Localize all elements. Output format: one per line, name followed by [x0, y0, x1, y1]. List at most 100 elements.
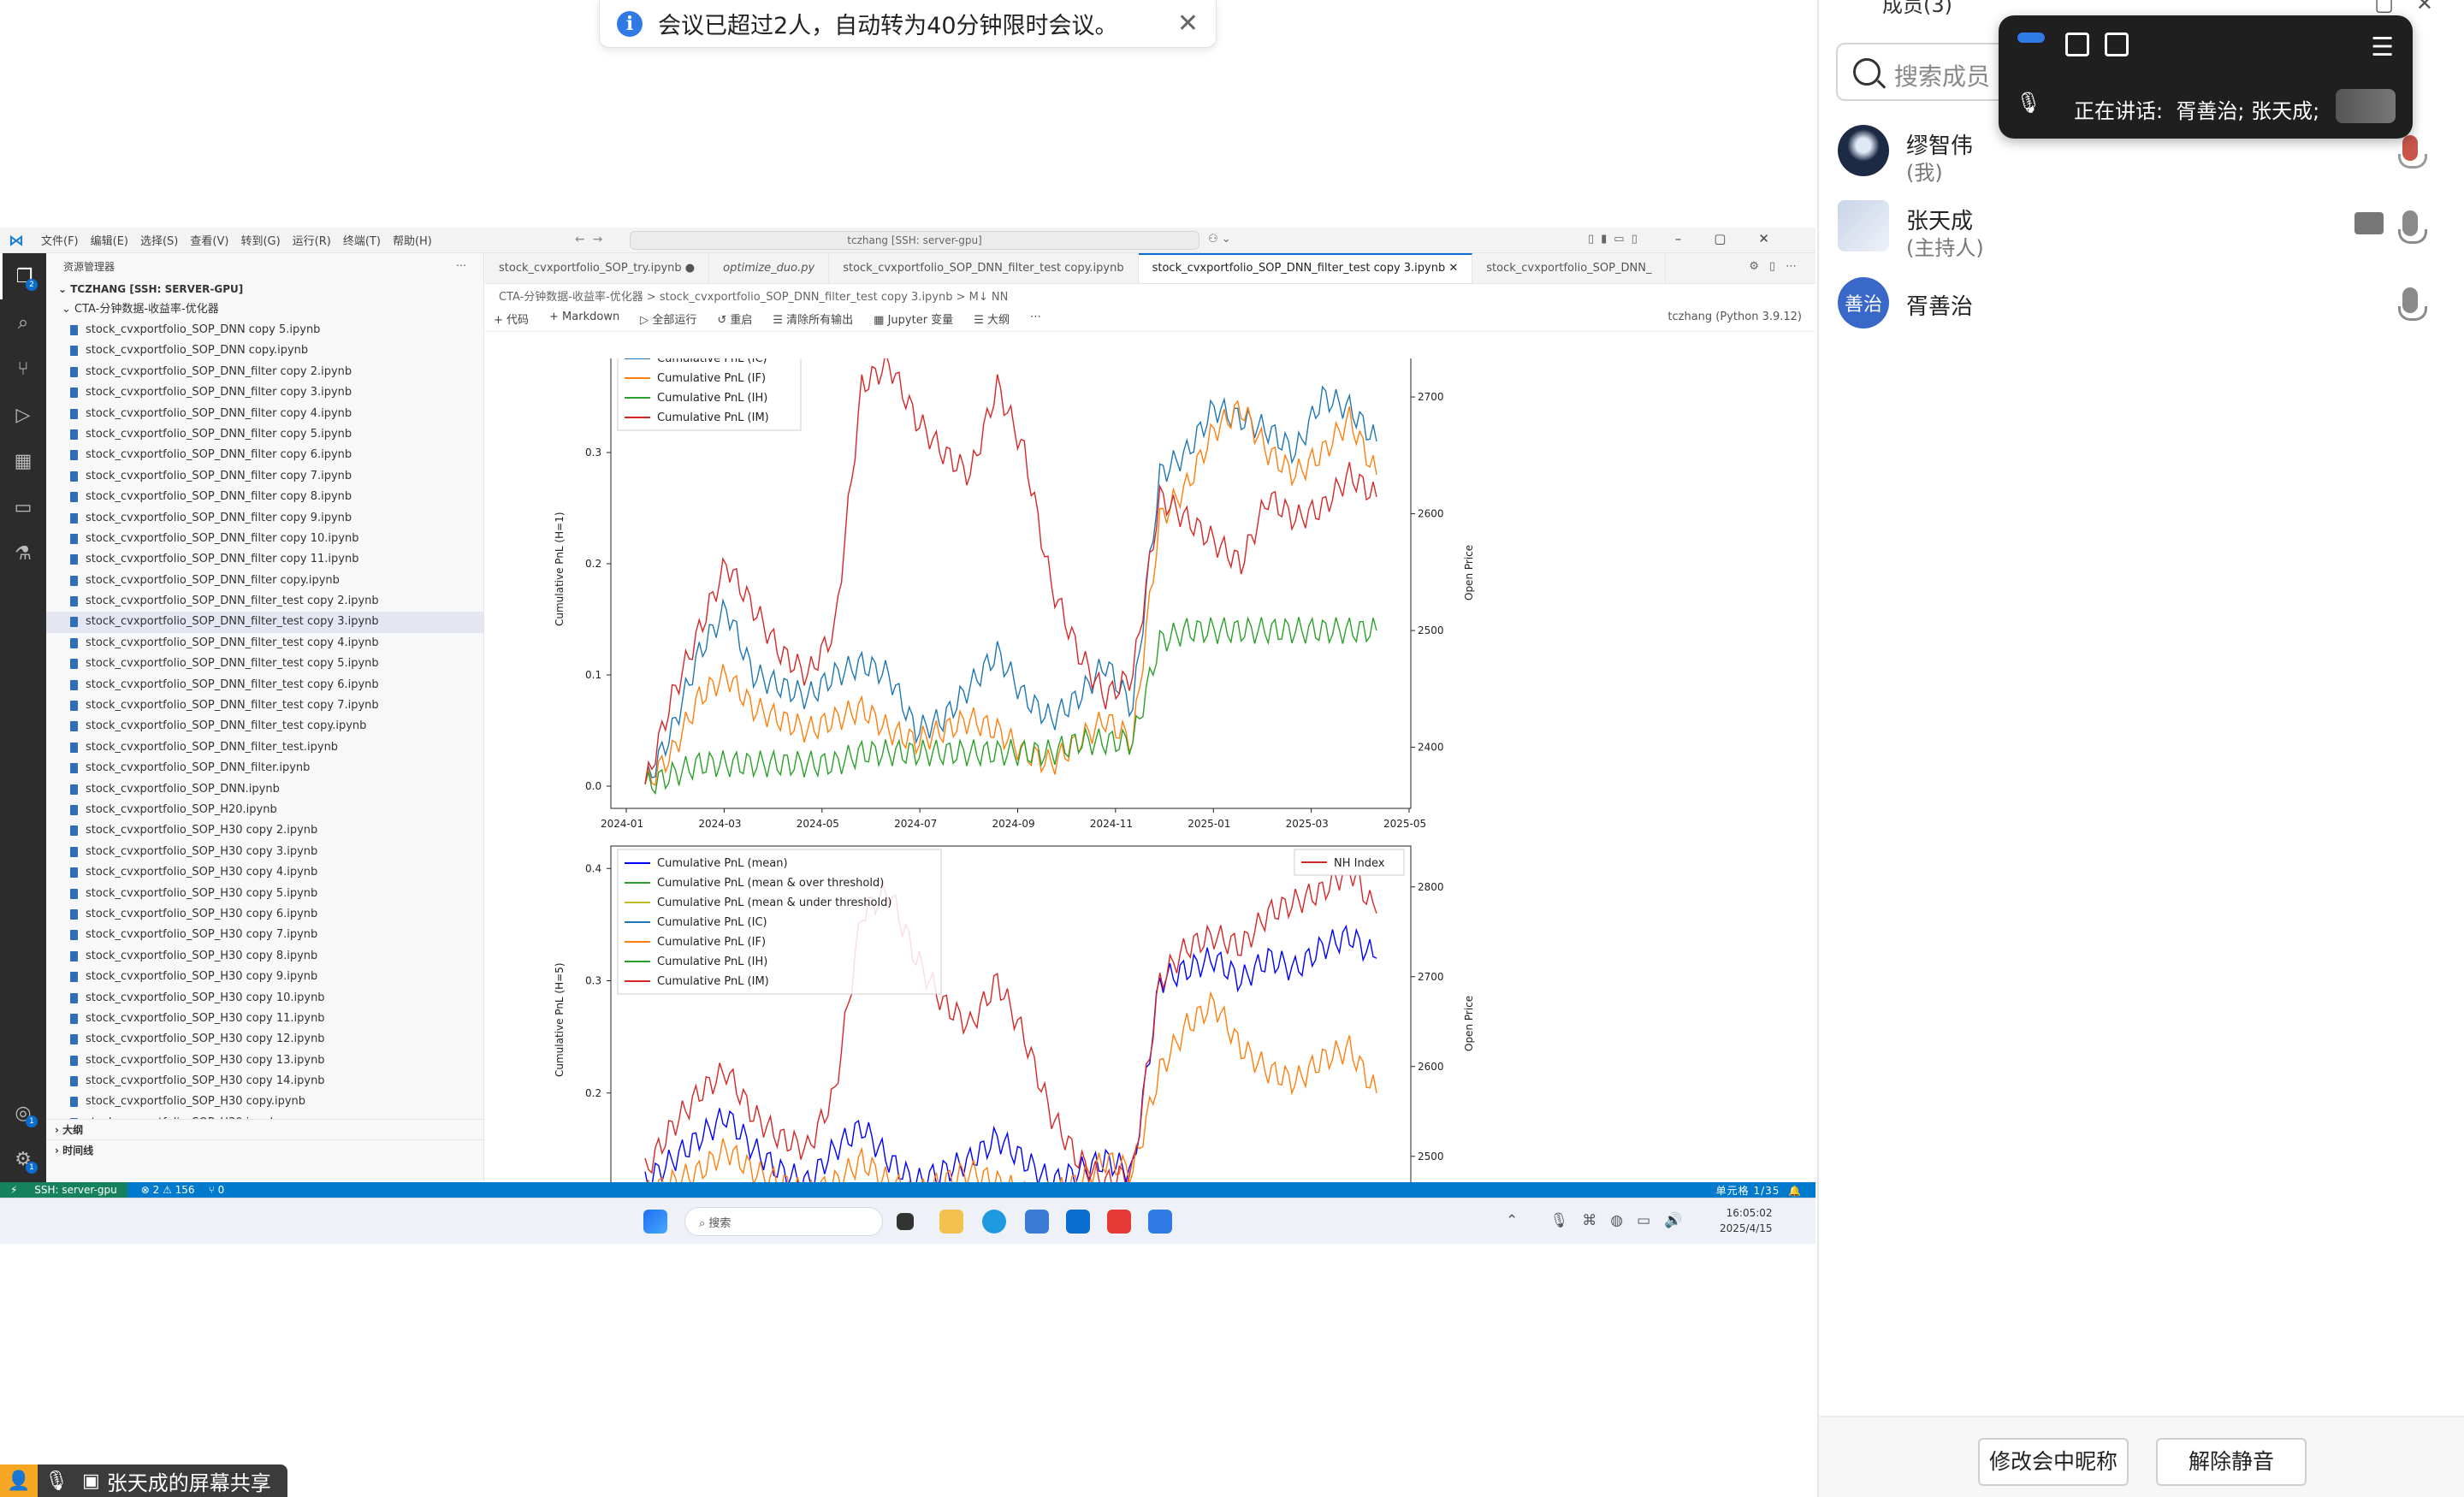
- remote-indicator[interactable]: ⚡ SSH: server-gpu: [0, 1182, 127, 1198]
- file-item[interactable]: stock_cvxportfolio_SOP_DNN_filter_test c…: [46, 654, 483, 674]
- file-item[interactable]: stock_cvxportfolio_SOP_DNN_filter copy 1…: [46, 549, 483, 570]
- notebook-toolbar-button[interactable]: ☰ 大纲: [974, 311, 1010, 327]
- outline-section[interactable]: › 大纲: [46, 1119, 483, 1139]
- explorer-root[interactable]: ⌄ TCZHANG [SSH: SERVER-GPU]: [46, 279, 483, 299]
- file-item[interactable]: stock_cvxportfolio_SOP_DNN_filter_test c…: [46, 633, 483, 654]
- editor-tab[interactable]: optimize_duo.py: [709, 253, 830, 283]
- explorer-icon[interactable]: ❐ 2: [0, 253, 46, 299]
- notebook-toolbar-button[interactable]: + Markdown: [549, 311, 619, 327]
- cell-indicator[interactable]: 单元格 1/35 🔔: [1703, 1183, 1802, 1198]
- minimize-icon[interactable]: [2017, 33, 2045, 43]
- settings-gear-icon[interactable]: ⚙ 1: [0, 1136, 46, 1182]
- file-item[interactable]: stock_cvxportfolio_SOP_H30 copy 7.ipynb: [46, 925, 483, 945]
- file-item[interactable]: stock_cvxportfolio_SOP_DNN_filter copy 3…: [46, 382, 483, 403]
- file-explorer-icon[interactable]: [939, 1210, 963, 1234]
- file-item[interactable]: stock_cvxportfolio_SOP_H30 copy 6.ipynb: [46, 904, 483, 925]
- notebook-toolbar-button[interactable]: + 代码: [494, 311, 529, 327]
- file-item[interactable]: stock_cvxportfolio_SOP_H30 copy 10.ipynb: [46, 988, 483, 1009]
- rename-button[interactable]: 修改会中昵称: [1978, 1438, 2129, 1486]
- ports-indicator[interactable]: ⑂ 0: [209, 1184, 225, 1196]
- screen-share-icon[interactable]: [2354, 212, 2384, 234]
- menu-item[interactable]: 终端(T): [343, 235, 381, 248]
- menu-item[interactable]: 转到(G): [240, 235, 280, 248]
- file-item[interactable]: stock_cvxportfolio_SOP_H30 copy 5.ipynb: [46, 884, 483, 904]
- file-item[interactable]: stock_cvxportfolio_SOP_DNN.ipynb: [46, 779, 483, 800]
- menu-item[interactable]: 运行(R): [293, 235, 331, 248]
- menu-item[interactable]: 文件(F): [41, 235, 79, 248]
- file-item[interactable]: stock_cvxportfolio_SOP_H30 copy 4.ipynb: [46, 862, 483, 883]
- copilot-icon[interactable]: ⚇ ⌄: [1208, 233, 1231, 246]
- system-tray[interactable]: ⌃ 🎙⌘◍▭🔊: [1506, 1212, 1696, 1229]
- task-view-icon[interactable]: [897, 1213, 914, 1230]
- account-icon[interactable]: ◎ 1: [0, 1090, 46, 1136]
- floating-meeting-bar[interactable]: ☰ 🎙 正在讲话: 胥善治; 张天成;: [1999, 15, 2413, 139]
- microphone-icon[interactable]: [2398, 287, 2427, 321]
- extensions-icon[interactable]: ▦: [0, 438, 46, 484]
- file-item[interactable]: stock_cvxportfolio_SOP_DNN_filter copy 1…: [46, 529, 483, 549]
- unmute-button[interactable]: 解除静音: [2156, 1438, 2307, 1486]
- menu-item[interactable]: 选择(S): [140, 235, 178, 248]
- file-item[interactable]: stock_cvxportfolio_SOP_DNN_filter_test.i…: [46, 737, 483, 758]
- edge-icon[interactable]: [982, 1210, 1006, 1234]
- mic-muted-icon[interactable]: 🎙: [2016, 91, 2041, 115]
- file-item[interactable]: stock_cvxportfolio_SOP_DNN_filter copy 5…: [46, 424, 483, 445]
- editor-tab[interactable]: stock_cvxportfolio_SOP_try.ipynb ●: [485, 253, 710, 283]
- editor-tab[interactable]: stock_cvxportfolio_SOP_DNN_filter_test c…: [829, 253, 1139, 283]
- file-item[interactable]: stock_cvxportfolio_SOP_DNN_filter_test c…: [46, 716, 483, 737]
- gallery-icon[interactable]: [2105, 33, 2129, 56]
- menu-item[interactable]: 编辑(E): [91, 235, 128, 248]
- nav-arrows-icon[interactable]: ← →: [575, 233, 602, 246]
- kernel-picker[interactable]: tczhang (Python 3.9.12): [1667, 311, 1802, 327]
- notebook-toolbar-button[interactable]: ☰ 清除所有输出: [773, 311, 853, 327]
- run-debug-icon[interactable]: ▷: [0, 392, 46, 438]
- file-item[interactable]: stock_cvxportfolio_SOP_DNN_filter copy 9…: [46, 508, 483, 529]
- file-item[interactable]: stock_cvxportfolio_SOP_DNN copy 5.ipynb: [46, 320, 483, 340]
- taskbar-clock[interactable]: 16:05:02 2025/4/15: [1720, 1205, 1773, 1236]
- file-item[interactable]: stock_cvxportfolio_SOP_DNN_filter copy 4…: [46, 404, 483, 424]
- editor-tab[interactable]: stock_cvxportfolio_SOP_DNN_: [1472, 253, 1667, 283]
- layout-icons[interactable]: ▯▮▭▯: [1588, 233, 1644, 246]
- file-item[interactable]: stock_cvxportfolio_SOP_DNN_filter.ipynb: [46, 758, 483, 778]
- file-item[interactable]: stock_cvxportfolio_SOP_H30 copy.ipynb: [46, 1092, 483, 1112]
- window-controls[interactable]: –▢✕: [1675, 231, 1802, 246]
- file-item[interactable]: stock_cvxportfolio_SOP_H20.ipynb: [46, 800, 483, 820]
- file-item[interactable]: stock_cvxportfolio_SOP_DNN copy.ipynb: [46, 340, 483, 361]
- breadcrumb[interactable]: CTA-分钟数据-收益率-优化器 > stock_cvxportfolio_SO…: [485, 284, 1815, 306]
- file-item[interactable]: stock_cvxportfolio_SOP_DNN_filter_test c…: [46, 675, 483, 695]
- meeting-app-icon[interactable]: [1148, 1210, 1172, 1234]
- explorer-folder[interactable]: ⌄ CTA-分钟数据-收益率-优化器: [46, 299, 483, 320]
- file-item[interactable]: stock_cvxportfolio_SOP_H30 copy 11.ipynb: [46, 1009, 483, 1029]
- windows-start-icon[interactable]: [643, 1210, 667, 1234]
- notebook-toolbar-button[interactable]: ↺ 重启: [717, 311, 752, 327]
- close-icon[interactable]: ✕: [1177, 9, 1199, 38]
- notebook-toolbar-button[interactable]: ▦ Jupyter 变量: [874, 311, 953, 327]
- file-item[interactable]: stock_cvxportfolio_SOP_DNN_filter copy 6…: [46, 445, 483, 465]
- menu-item[interactable]: 查看(V): [190, 235, 228, 248]
- mic-muted-icon[interactable]: [2398, 135, 2427, 169]
- file-item[interactable]: stock_cvxportfolio_SOP_H30 copy 8.ipynb: [46, 946, 483, 967]
- remote-explorer-icon[interactable]: ▭: [0, 484, 46, 530]
- collapse-menu-icon[interactable]: ☰: [2371, 33, 2394, 62]
- file-item[interactable]: stock_cvxportfolio_SOP_DNN_filter copy 8…: [46, 487, 483, 507]
- file-item[interactable]: stock_cvxportfolio_SOP_H30 copy 14.ipynb: [46, 1071, 483, 1092]
- microphone-icon[interactable]: [2398, 210, 2427, 244]
- vscode-taskbar-icon[interactable]: [1066, 1210, 1090, 1234]
- editor-actions[interactable]: ⚙▯⋯: [1749, 260, 1807, 273]
- file-item[interactable]: stock_cvxportfolio_SOP_DNN_filter copy 2…: [46, 362, 483, 382]
- notebook-toolbar-button[interactable]: ⋯: [1030, 311, 1041, 327]
- menu-item[interactable]: 帮助(H): [393, 235, 432, 248]
- member-row[interactable]: 张天成 (主持人): [1838, 200, 2454, 269]
- member-row[interactable]: 善治 胥善治: [1838, 277, 2454, 346]
- more-icon[interactable]: ⋯: [456, 259, 466, 273]
- file-item[interactable]: stock_cvxportfolio_SOP_DNN_filter_test c…: [46, 591, 483, 612]
- window-icon[interactable]: [2065, 33, 2089, 56]
- file-item[interactable]: stock_cvxportfolio_SOP_DNN_filter_test c…: [46, 612, 483, 633]
- command-center[interactable]: tczhang [SSH: server-gpu]: [630, 231, 1199, 250]
- file-item[interactable]: stock_cvxportfolio_SOP_H30 copy 9.ipynb: [46, 967, 483, 987]
- testing-icon[interactable]: ⚗: [0, 530, 46, 577]
- file-item[interactable]: stock_cvxportfolio_SOP_H30 copy 12.ipynb: [46, 1029, 483, 1050]
- source-control-icon[interactable]: ⑂: [0, 346, 46, 392]
- screen-share-indicator[interactable]: 👤 🎙 ▣ 张天成的屏幕共享: [0, 1464, 287, 1497]
- file-item[interactable]: stock_cvxportfolio_SOP_H30 copy 13.ipynb: [46, 1050, 483, 1071]
- notepad-icon[interactable]: [1025, 1210, 1049, 1234]
